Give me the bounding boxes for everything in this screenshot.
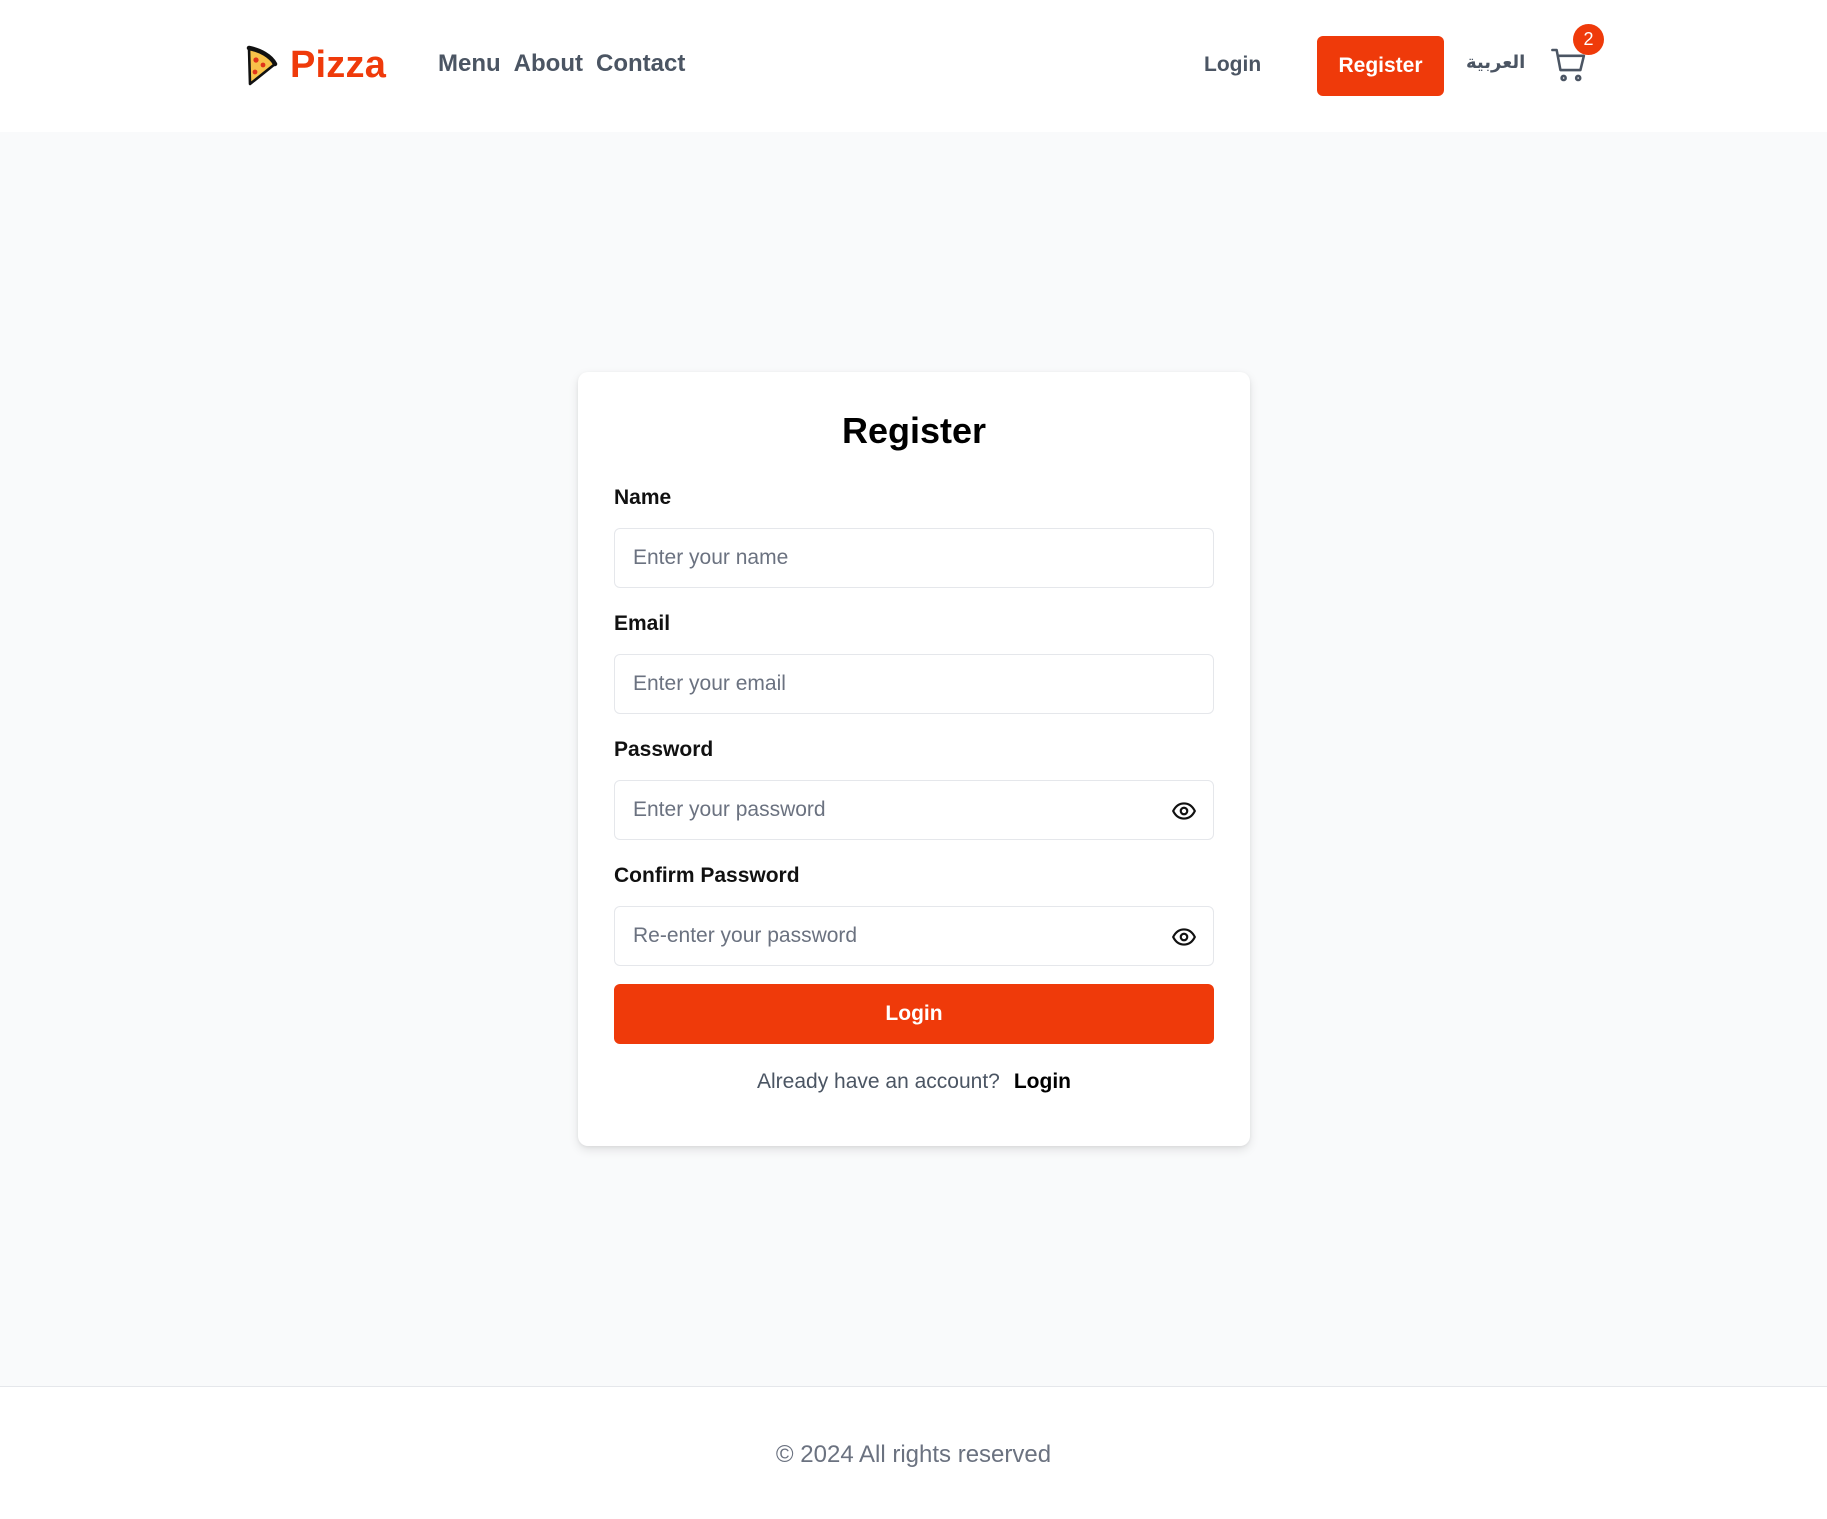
register-card: Register Name Email Password Confirm Pas… — [578, 372, 1250, 1146]
site-footer: © 2024 All rights reserved — [0, 1386, 1827, 1519]
site-header: Pizza Menu About Contact Login Register … — [0, 0, 1827, 132]
login-link[interactable]: Login — [1014, 1070, 1071, 1093]
confirm-password-input[interactable] — [615, 907, 1213, 965]
toggle-confirm-password-visibility-button[interactable] — [1171, 924, 1197, 950]
password-field-box — [614, 780, 1214, 840]
language-switch-link[interactable]: العربية — [1466, 52, 1525, 73]
copyright-text: © 2024 All rights reserved — [775, 1441, 1052, 1468]
cart-count-badge: 2 — [1573, 24, 1604, 55]
confirm-password-field-box — [614, 906, 1214, 966]
submit-button[interactable]: Login — [614, 984, 1214, 1044]
email-label: Email — [614, 612, 671, 635]
login-prompt: Already have an account? Login — [578, 1070, 1250, 1094]
logo-link[interactable]: Pizza — [244, 44, 386, 87]
email-field-box — [614, 654, 1214, 714]
confirm-password-label: Confirm Password — [614, 864, 800, 887]
nav-contact-link[interactable]: Contact — [596, 50, 685, 78]
page: Pizza Menu About Contact Login Register … — [0, 0, 1827, 1519]
password-input[interactable] — [615, 781, 1213, 839]
name-label: Name — [614, 486, 672, 509]
name-field-box — [614, 528, 1214, 588]
header-login-link[interactable]: Login — [1204, 53, 1261, 77]
header-register-button[interactable]: Register — [1317, 36, 1444, 96]
nav-menu-link[interactable]: Menu — [438, 50, 501, 78]
login-prompt-text: Already have an account? — [757, 1070, 1000, 1093]
toggle-password-visibility-button[interactable] — [1171, 798, 1197, 824]
form-title: Register — [841, 410, 987, 451]
pizza-slice-icon — [246, 45, 278, 85]
eye-icon — [1172, 802, 1196, 820]
main-nav: Menu About Contact — [438, 50, 685, 78]
brand-name: Pizza — [290, 44, 387, 86]
email-input[interactable] — [615, 655, 1213, 713]
nav-about-link[interactable]: About — [514, 50, 583, 78]
eye-icon — [1172, 928, 1196, 946]
password-label: Password — [614, 738, 714, 761]
name-input[interactable] — [615, 529, 1213, 587]
